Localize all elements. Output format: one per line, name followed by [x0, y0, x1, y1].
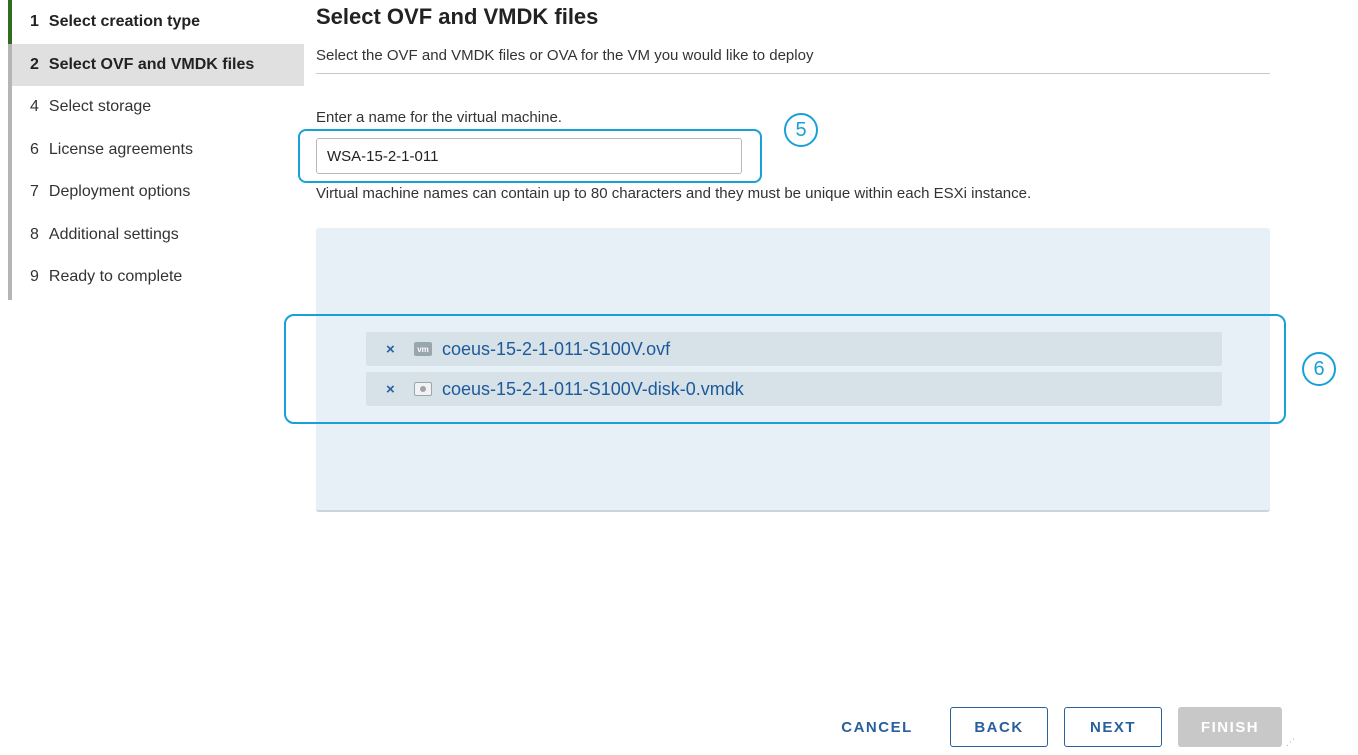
page-subtitle: Select the OVF and VMDK files or OVA for… [316, 47, 814, 64]
step-select-creation-type[interactable]: 1 Select creation type [12, 1, 304, 43]
step-number: 4 [30, 98, 39, 115]
step-ready-to-complete[interactable]: 9 Ready to complete [12, 256, 304, 298]
wizard-steps-sidebar: 1 Select creation type 2 Select OVF and … [8, 0, 304, 300]
vm-name-help-text: Virtual machine names can contain up to … [316, 185, 1032, 202]
next-button[interactable]: NEXT [1064, 707, 1162, 747]
step-label: Additional settings [48, 226, 179, 243]
step-label: Deployment options [48, 183, 191, 200]
step-number: 8 [30, 226, 39, 243]
step-license-agreements[interactable]: 6 License agreements [12, 129, 304, 171]
step-label: Select OVF and VMDK files [48, 56, 255, 73]
vm-name-label: Enter a name for the virtual machine. [316, 109, 562, 126]
callout-badge-5: 5 [784, 113, 818, 147]
callout-box-5 [298, 129, 762, 183]
resize-grip-icon[interactable]: ⋰ [1286, 738, 1300, 754]
callout-box-6 [284, 314, 1286, 424]
back-button[interactable]: BACK [950, 707, 1048, 747]
deploy-wizard: 1 Select creation type 2 Select OVF and … [0, 0, 1358, 755]
step-label: Ready to complete [48, 268, 183, 285]
finish-button[interactable]: FINISH [1178, 707, 1282, 747]
step-number: 7 [30, 183, 39, 200]
step-label: License agreements [48, 141, 193, 158]
step-label: Select storage [48, 98, 152, 115]
step-number: 6 [30, 141, 39, 158]
step-additional-settings[interactable]: 8 Additional settings [12, 214, 304, 256]
step-number: 2 [30, 56, 39, 73]
step-number: 9 [30, 268, 39, 285]
page-title: Select OVF and VMDK files [316, 4, 599, 29]
step-select-storage[interactable]: 4 Select storage [12, 86, 304, 128]
header-divider [316, 73, 1270, 74]
step-number: 1 [30, 13, 39, 30]
step-label: Select creation type [48, 13, 201, 30]
step-deployment-options[interactable]: 7 Deployment options [12, 171, 304, 213]
step-select-ovf-vmdk-files[interactable]: 2 Select OVF and VMDK files [12, 44, 304, 86]
callout-badge-6: 6 [1302, 352, 1336, 386]
cancel-button[interactable]: CANCEL [826, 707, 928, 747]
